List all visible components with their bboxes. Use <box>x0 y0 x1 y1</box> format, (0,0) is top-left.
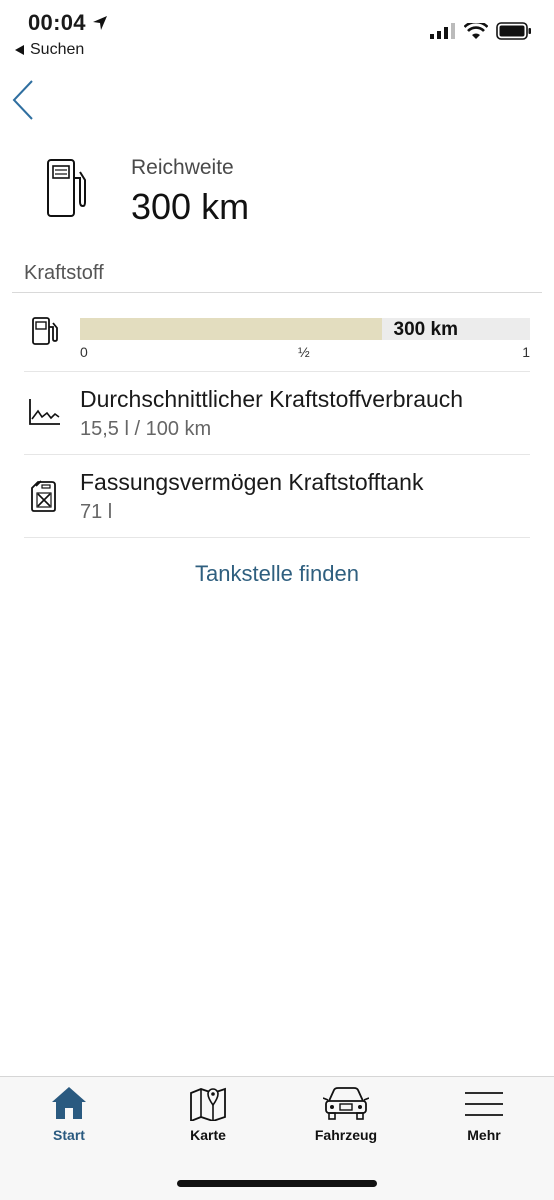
fuel-gauge-fill <box>80 318 382 340</box>
chevron-left-icon <box>12 80 33 120</box>
consumption-value: 15,5 l / 100 km <box>80 418 212 440</box>
signal-icon <box>430 23 455 39</box>
section-divider <box>12 292 542 293</box>
tab-karte-label: Karte <box>190 1127 226 1143</box>
range-header: Reichweite 300 km <box>0 150 554 230</box>
fuel-gauge-bar: 300 km <box>80 318 530 340</box>
back-to-app-label: Suchen <box>30 41 85 58</box>
home-icon <box>52 1087 86 1119</box>
gauge-tick-0: 0 <box>80 344 88 360</box>
range-label: Reichweite <box>131 156 234 179</box>
tab-fahrzeug-label: Fahrzeug <box>314 1127 378 1143</box>
wifi-icon <box>464 22 488 39</box>
map-icon <box>190 1087 226 1121</box>
location-arrow-icon <box>92 16 107 30</box>
tank-capacity-label: Fassungsvermögen Kraftstofftank <box>80 469 424 495</box>
home-indicator <box>177 1180 377 1187</box>
status-bar: 00:04 Suchen <box>0 0 554 70</box>
gauge-tick-half: ½ <box>298 344 310 360</box>
battery-icon <box>496 22 531 40</box>
tab-start-label: Start <box>53 1127 85 1143</box>
back-button[interactable] <box>8 78 42 124</box>
row-divider <box>24 371 530 372</box>
row-divider <box>24 537 530 538</box>
fuel-gauge-value: 300 km <box>393 319 458 340</box>
gauge-tick-1: 1 <box>522 344 530 360</box>
tank-capacity-value: 71 l <box>80 501 113 523</box>
back-triangle-icon <box>15 45 24 55</box>
chart-line-icon <box>29 399 60 425</box>
fuel-gauge-row: 300 km 0 ½ 1 <box>24 305 530 371</box>
status-time: 00:04 <box>28 10 108 36</box>
fuel-pump-small-icon <box>32 317 58 345</box>
find-gas-station-link[interactable]: Tankstelle finden <box>0 561 554 587</box>
section-title-fuel: Kraftstoff <box>24 262 104 284</box>
tab-mehr-label: Mehr <box>467 1127 501 1143</box>
consumption-label: Durchschnittlicher Kraftstoffverbrauch <box>80 386 464 412</box>
status-icons <box>430 22 532 40</box>
tab-karte[interactable]: Karte <box>148 1085 268 1155</box>
tab-start[interactable]: Start <box>9 1085 129 1155</box>
consumption-row: Durchschnittlicher Kraftstoffverbrauch 1… <box>24 373 530 455</box>
back-to-app-link[interactable]: Suchen <box>15 41 84 59</box>
fuel-pump-icon <box>47 159 86 217</box>
tab-mehr[interactable]: Mehr <box>424 1085 544 1155</box>
row-divider <box>24 454 530 455</box>
jerrycan-icon <box>31 480 56 512</box>
tank-capacity-row: Fassungsvermögen Kraftstofftank 71 l <box>24 456 530 538</box>
menu-icon <box>465 1092 503 1116</box>
tab-fahrzeug[interactable]: Fahrzeug <box>286 1085 406 1155</box>
range-value: 300 km <box>131 186 250 227</box>
status-time-text: 00:04 <box>28 10 86 35</box>
car-icon <box>323 1087 369 1120</box>
